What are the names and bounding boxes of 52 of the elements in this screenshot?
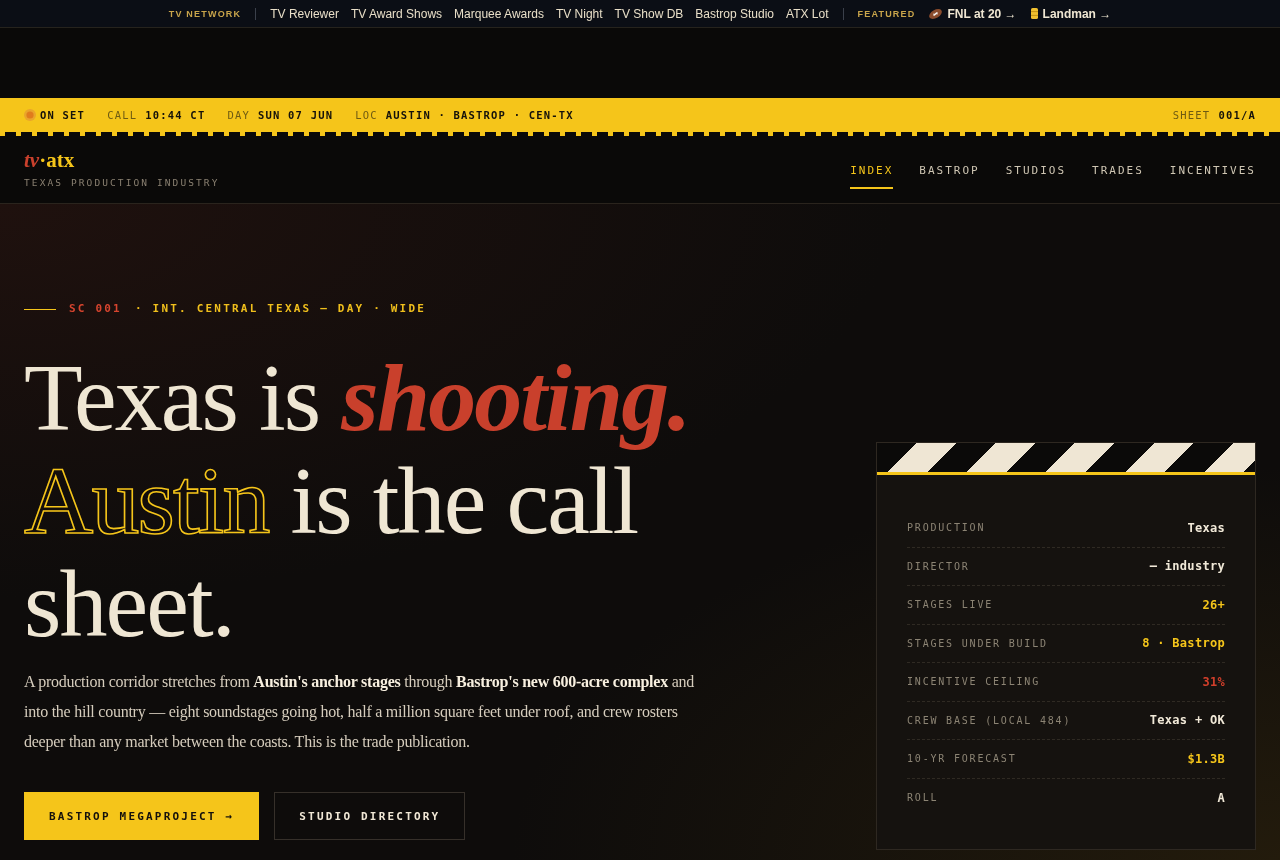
network-link[interactable]: TV Reviewer (270, 6, 339, 21)
network-link[interactable]: TV Show DB (614, 6, 684, 21)
nav-tab[interactable]: INCENTIVES (1169, 150, 1256, 189)
sheet-field-value: 26+ (1202, 597, 1225, 612)
sheet-field-value: 8 · Bastrop (1142, 636, 1225, 651)
sheet-field-value: A (1217, 790, 1225, 805)
sheet-field-value: $1.3B (1187, 751, 1225, 766)
nav-tab[interactable]: INDEX (850, 150, 894, 189)
scene-number: SC 001 (69, 302, 122, 316)
sheet-field-value: 31% (1202, 674, 1225, 689)
sheet-field-value: — industry (1149, 559, 1225, 574)
sheet-field-label: STAGES LIVE (907, 599, 994, 611)
sheet-number: 001/A (1218, 109, 1256, 121)
field-label: DAY (227, 109, 250, 121)
network-link[interactable]: Marquee Awards (454, 6, 544, 21)
logo[interactable]: tv·atx (24, 150, 75, 170)
field-label: LOC (355, 109, 378, 121)
featured-label: FEATURED (857, 8, 916, 19)
sheet-field-label: DIRECTOR (907, 560, 970, 572)
field-label: CALL (107, 109, 138, 121)
football-icon (929, 8, 943, 19)
sheet-field-label: 10-YR FORECAST (907, 753, 1017, 765)
sheet-field-value: Texas (1187, 520, 1225, 535)
sheet-field-label: PRODUCTION (907, 522, 986, 534)
nav-tab[interactable]: BASTROP (919, 150, 980, 189)
nav-tab[interactable]: TRADES (1092, 150, 1144, 189)
network-link[interactable]: Bastrop Studio (695, 6, 775, 21)
sheet-field-label: STAGES UNDER BUILD (907, 637, 1048, 649)
barrel-icon (1030, 8, 1038, 19)
network-link[interactable]: TV Award Shows (350, 6, 443, 21)
outline-button[interactable]: STUDIO DIRECTORY (274, 792, 466, 840)
field-value: AUSTIN · BASTROP · CEN-TX (385, 109, 574, 121)
field-value: 10:44 CT (145, 109, 206, 121)
tagline: TEXAS PRODUCTION INDUSTRY (24, 177, 220, 189)
featured-link[interactable]: FNL at 20 → (929, 6, 1017, 21)
network-label: TV NETWORK (168, 8, 242, 19)
primary-button[interactable]: BASTROP MEGAPROJECT → (24, 792, 260, 840)
status-label: ON SET (40, 109, 86, 121)
scene-heading: · INT. CENTRAL TEXAS — DAY · WIDE (134, 302, 427, 316)
nav-tab[interactable]: STUDIOS (1005, 150, 1066, 189)
intro-paragraph: A production corridor stretches from Austin's anchor stages through Bastrop's new 600-acre complex and into the hill country — eight soundstages going hot, half a million square feet under roof, and crew rosters deeper than any market between the coasts. This is the trade publication. (24, 672, 695, 753)
field-value: SUN 07 JUN (258, 109, 334, 121)
network-link[interactable]: TV Night (555, 6, 603, 21)
headline: Texas is shooting. Austin is the call sheet. (24, 346, 691, 655)
sheet-label: SHEET (1172, 109, 1211, 121)
sheet-field-value: Texas + OK (1149, 713, 1225, 728)
sheet-field-label: INCENTIVE CEILING (907, 676, 1040, 688)
sheet-field-label: ROLL (907, 792, 939, 804)
sheet-field-label: CREW BASE (LOCAL 484) (907, 714, 1072, 726)
network-link[interactable]: ATX Lot (786, 6, 829, 21)
featured-link[interactable]: Landman → (1030, 6, 1112, 21)
status-dot-icon (24, 109, 36, 121)
